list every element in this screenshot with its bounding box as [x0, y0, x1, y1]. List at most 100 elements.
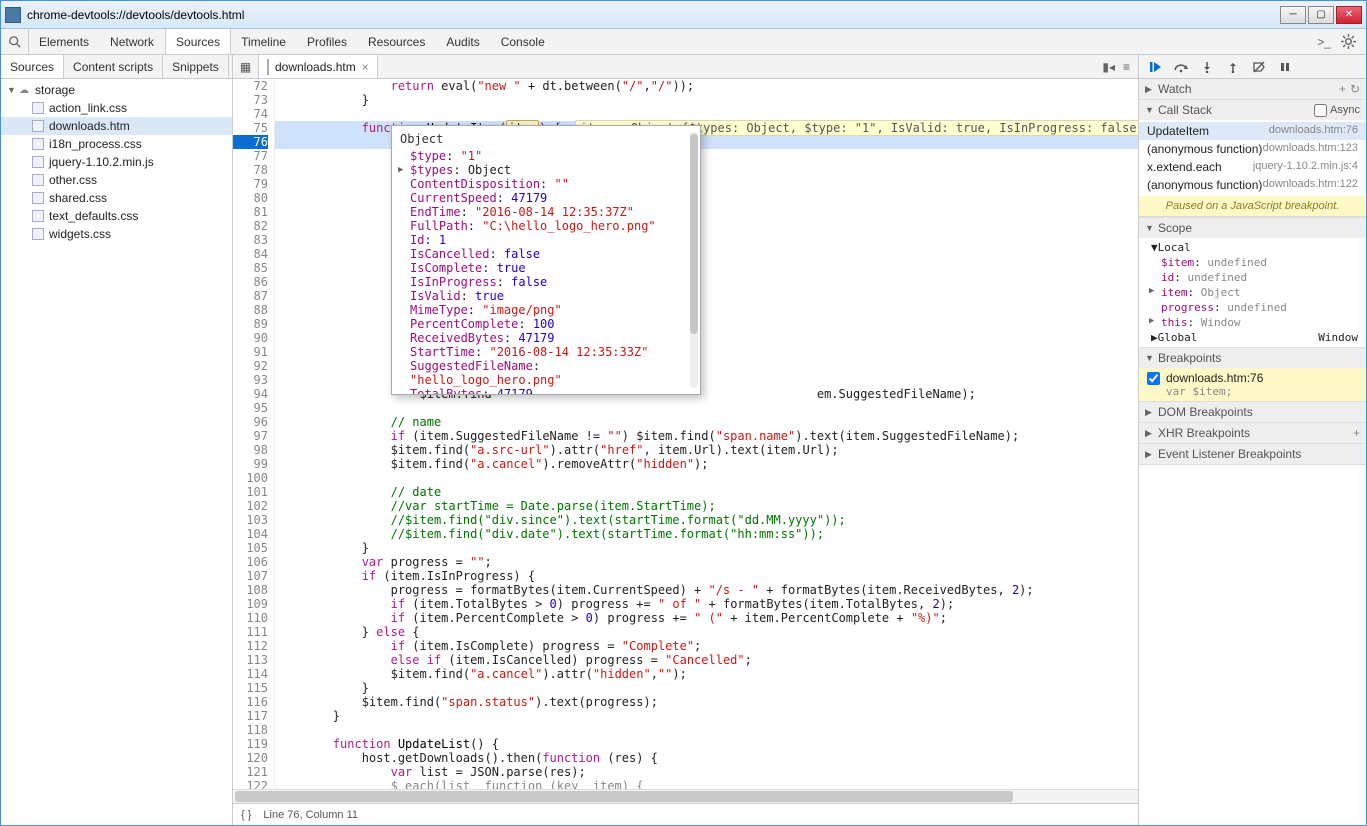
maximize-button[interactable]: ▢ [1308, 6, 1334, 24]
code-line[interactable]: progress = formatBytes(item.CurrentSpeed… [275, 583, 1138, 597]
popup-prop[interactable]: SuggestedFileName: "hello_logo_hero.png" [410, 359, 692, 387]
tab-elements[interactable]: Elements [29, 29, 100, 54]
gutter-line[interactable]: 77 [233, 149, 268, 163]
file-tab[interactable]: downloads.htm × [259, 55, 378, 78]
breakpoint-checkbox[interactable] [1147, 372, 1160, 385]
pause-exceptions-icon[interactable] [1277, 59, 1293, 75]
add-watch-icon[interactable]: + [1339, 82, 1346, 96]
tab-console[interactable]: Console [491, 29, 556, 54]
file-shared-css[interactable]: shared.css [1, 189, 232, 207]
code-line[interactable]: host.getDownloads().then(function (res) … [275, 751, 1138, 765]
gutter-line[interactable]: 122 [233, 779, 268, 789]
tab-timeline[interactable]: Timeline [231, 29, 297, 54]
popup-prop[interactable]: IsComplete: true [410, 261, 692, 275]
tab-profiles[interactable]: Profiles [297, 29, 358, 54]
close-tab-icon[interactable]: × [362, 60, 369, 74]
code-line[interactable]: //$item.find("div.since").text(startTime… [275, 513, 1138, 527]
popup-scrollbar[interactable] [690, 132, 698, 388]
gutter-line[interactable]: 118 [233, 723, 268, 737]
subtab-sources[interactable]: Sources [1, 55, 64, 78]
minimize-button[interactable]: ─ [1280, 6, 1306, 24]
popup-prop[interactable]: IsValid: true [410, 289, 692, 303]
callstack-frame[interactable]: (anonymous function)downloads.htm:123 [1139, 140, 1366, 158]
value-popup[interactable]: Object $type: "1"▶$types: ObjectContentD… [391, 125, 701, 395]
scope-var[interactable]: id: undefined [1139, 270, 1366, 285]
code-line[interactable]: $item.find("span.status").text(progress)… [275, 695, 1138, 709]
gutter-line[interactable]: 93 [233, 373, 268, 387]
gutter-line[interactable]: 115 [233, 681, 268, 695]
popup-prop[interactable]: EndTime: "2016-08-14 12:35:37Z" [410, 205, 692, 219]
step-into-icon[interactable] [1199, 59, 1215, 75]
callstack-frame[interactable]: (anonymous function)downloads.htm:122 [1139, 176, 1366, 194]
gutter-line[interactable]: 95 [233, 401, 268, 415]
code-line[interactable]: //var startTime = Date.parse(item.StartT… [275, 499, 1138, 513]
gutter-line[interactable]: 78 [233, 163, 268, 177]
popup-prop[interactable]: PercentComplete: 100 [410, 317, 692, 331]
popup-prop[interactable]: ReceivedBytes: 47179 [410, 331, 692, 345]
gutter-line[interactable]: 86 [233, 275, 268, 289]
gutter-line[interactable]: 75 [233, 121, 268, 135]
gutter-line[interactable]: 72 [233, 79, 268, 93]
pause-pane-icon[interactable]: ▮◂ [1102, 60, 1115, 74]
code-line[interactable]: } else { [275, 625, 1138, 639]
code-line[interactable]: $ each(list function (key item) { [275, 779, 1138, 789]
step-out-icon[interactable] [1225, 59, 1241, 75]
breakpoints-header[interactable]: ▼Breakpoints [1139, 348, 1366, 368]
popup-prop[interactable]: Id: 1 [410, 233, 692, 247]
dom-breakpoints-header[interactable]: ▶DOM Breakpoints [1139, 402, 1366, 422]
scope-local[interactable]: ▼Local [1139, 240, 1366, 255]
gutter-line[interactable]: 116 [233, 695, 268, 709]
tab-sources[interactable]: Sources [165, 29, 231, 54]
gutter-line[interactable]: 90 [233, 331, 268, 345]
gutter-line[interactable]: 105 [233, 541, 268, 555]
gutter-line[interactable]: 81 [233, 205, 268, 219]
subtab-content-scripts[interactable]: Content scripts [64, 55, 163, 78]
popup-prop[interactable]: MimeType: "image/png" [410, 303, 692, 317]
scope-global[interactable]: ▶GlobalWindow [1139, 330, 1366, 345]
file-jquery-1-10-2-min-js[interactable]: jquery-1.10.2.min.js [1, 153, 232, 171]
file-action_link-css[interactable]: action_link.css [1, 99, 232, 117]
code-line[interactable]: } [275, 681, 1138, 695]
gutter-line[interactable]: 102 [233, 499, 268, 513]
code-line[interactable]: return eval("new " + dt.between("/","/")… [275, 79, 1138, 93]
tab-resources[interactable]: Resources [358, 29, 436, 54]
breakpoint-row[interactable]: downloads.htm:76var $item; [1139, 368, 1366, 401]
gutter-line[interactable]: 87 [233, 289, 268, 303]
gutter-line[interactable]: 103 [233, 513, 268, 527]
gutter-line[interactable]: 91 [233, 345, 268, 359]
format-icon[interactable]: ≡ [1123, 60, 1130, 74]
code-line[interactable]: function UpdateList() { [275, 737, 1138, 751]
step-over-icon[interactable] [1173, 59, 1189, 75]
popup-prop[interactable]: IsInProgress: false [410, 275, 692, 289]
code-line[interactable]: $item.find("a.cancel").removeAttr("hidde… [275, 457, 1138, 471]
drawer-toggle-icon[interactable]: >_ [1317, 35, 1331, 49]
code-line[interactable]: if (item.IsInProgress) { [275, 569, 1138, 583]
file-widgets-css[interactable]: widgets.css [1, 225, 232, 243]
popup-prop[interactable]: FullPath: "C:\hello_logo_hero.png" [410, 219, 692, 233]
gutter-line[interactable]: 119 [233, 737, 268, 751]
code-line[interactable]: //$item.find("div.date").text(startTime.… [275, 527, 1138, 541]
gutter-line[interactable]: 108 [233, 583, 268, 597]
gutter-line[interactable]: 109 [233, 597, 268, 611]
gutter-line[interactable]: 110 [233, 611, 268, 625]
code-line[interactable]: var progress = ""; [275, 555, 1138, 569]
gutter-line[interactable]: 99 [233, 457, 268, 471]
gutter-line[interactable]: 121 [233, 765, 268, 779]
popup-prop[interactable]: ContentDisposition: "" [410, 177, 692, 191]
scope-var[interactable]: ▶this: Window [1139, 315, 1366, 330]
gutter-line[interactable]: 96 [233, 415, 268, 429]
gutter-line[interactable]: 98 [233, 443, 268, 457]
code-line[interactable] [275, 401, 1138, 415]
settings-gear-icon[interactable] [1341, 34, 1356, 49]
gutter-line[interactable]: 114 [233, 667, 268, 681]
callstack-frame[interactable]: UpdateItemdownloads.htm:76 [1139, 122, 1366, 140]
code-line[interactable]: } [275, 93, 1138, 107]
code-line[interactable]: $item.find("a.src-url").attr("href", ite… [275, 443, 1138, 457]
code-line[interactable]: if (item.PercentComplete > 0) progress +… [275, 611, 1138, 625]
xhr-breakpoints-header[interactable]: ▶XHR Breakpoints+ [1139, 423, 1366, 443]
gutter-line[interactable]: 100 [233, 471, 268, 485]
gutter-line[interactable]: 113 [233, 653, 268, 667]
refresh-watch-icon[interactable]: ↻ [1350, 82, 1360, 96]
gutter-line[interactable]: 111 [233, 625, 268, 639]
code-line[interactable]: if (item.IsComplete) progress = "Complet… [275, 639, 1138, 653]
